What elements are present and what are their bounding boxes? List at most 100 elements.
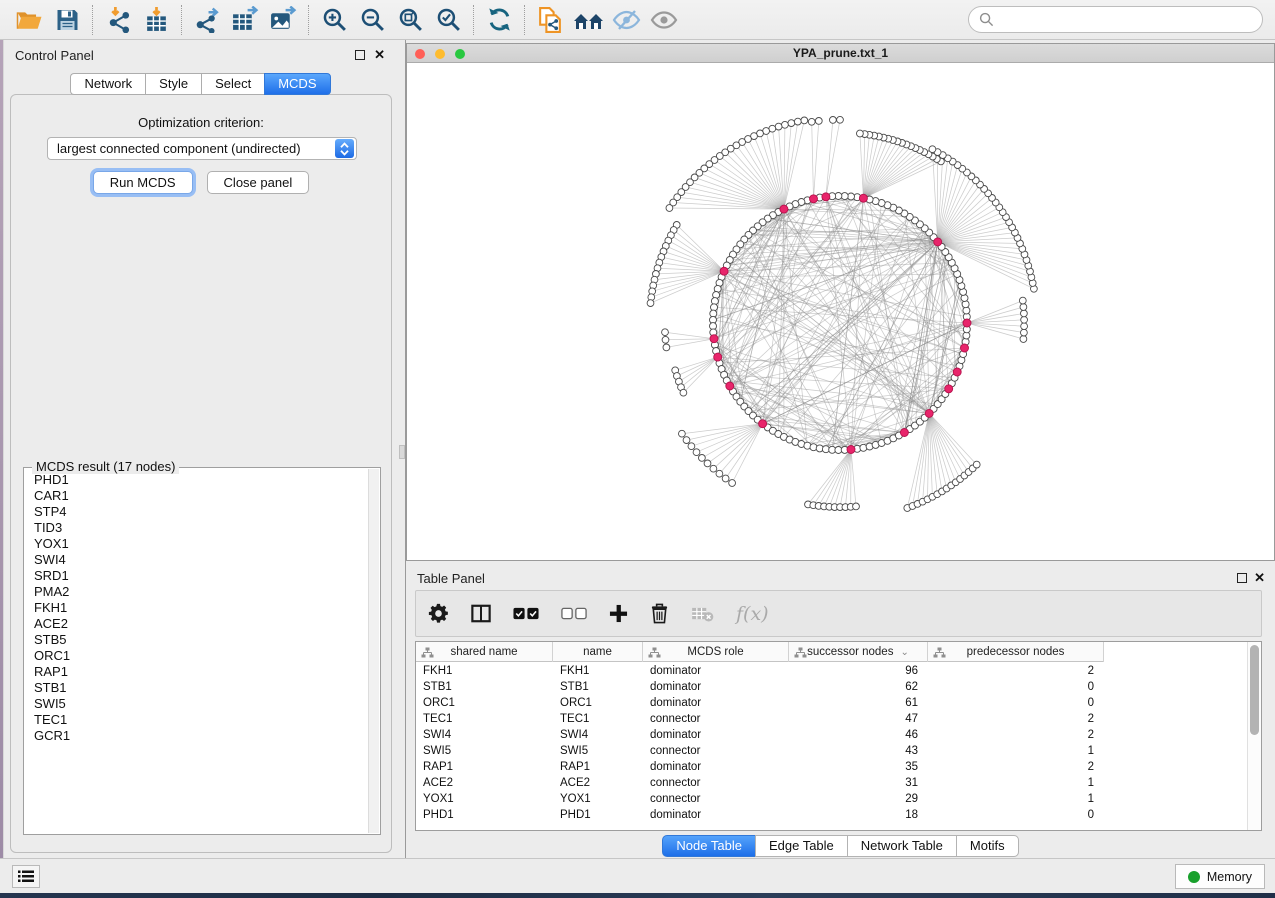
mcds-result-item[interactable]: ACE2 [28, 616, 366, 632]
cell-shared-name[interactable]: RAP1 [416, 759, 553, 775]
export-image-icon[interactable] [264, 4, 302, 36]
cell-MCDS-role[interactable]: connector [643, 743, 789, 759]
tab-mcds[interactable]: MCDS [264, 73, 330, 95]
tab-network-table[interactable]: Network Table [847, 835, 956, 857]
cell-predecessor-nodes[interactable]: 1 [928, 791, 1104, 807]
cell-MCDS-role[interactable]: dominator [643, 663, 789, 679]
delete-table-icon[interactable] [691, 606, 714, 622]
cell-name[interactable]: SWI5 [553, 743, 643, 759]
cell-predecessor-nodes[interactable]: 1 [928, 775, 1104, 791]
close-panel-icon[interactable]: ✕ [1254, 570, 1265, 586]
panel-splitter[interactable] [398, 40, 406, 858]
function-builder-icon[interactable]: f(x) [736, 603, 769, 625]
tab-motifs[interactable]: Motifs [956, 835, 1019, 857]
cell-successor-nodes[interactable]: 35 [789, 759, 928, 775]
manage-columns-icon[interactable] [471, 604, 491, 623]
table-row[interactable]: ORC1ORC1dominator610 [416, 695, 1246, 711]
cell-name[interactable]: PHD1 [553, 807, 643, 823]
cell-shared-name[interactable]: SWI4 [416, 727, 553, 743]
network-canvas[interactable] [407, 63, 1274, 560]
cell-shared-name[interactable]: TEC1 [416, 711, 553, 727]
cell-successor-nodes[interactable]: 47 [789, 711, 928, 727]
search-input[interactable] [1000, 12, 1252, 27]
tab-network[interactable]: Network [70, 73, 145, 95]
mcds-result-item[interactable]: PMA2 [28, 584, 366, 600]
cell-shared-name[interactable]: PHD1 [416, 807, 553, 823]
run-mcds-button[interactable]: Run MCDS [93, 171, 193, 194]
cell-MCDS-role[interactable]: dominator [643, 679, 789, 695]
export-network-icon[interactable] [188, 4, 226, 36]
tab-style[interactable]: Style [145, 73, 201, 95]
cell-shared-name[interactable]: FKH1 [416, 663, 553, 679]
cell-predecessor-nodes[interactable]: 2 [928, 727, 1104, 743]
mcds-result-item[interactable]: ORC1 [28, 648, 366, 664]
cell-MCDS-role[interactable]: dominator [643, 807, 789, 823]
close-panel-icon[interactable]: ✕ [374, 47, 385, 63]
search-field[interactable] [968, 6, 1263, 33]
cell-successor-nodes[interactable]: 61 [789, 695, 928, 711]
cell-predecessor-nodes[interactable]: 0 [928, 807, 1104, 823]
mcds-result-item[interactable]: SWI4 [28, 552, 366, 568]
network-window-titlebar[interactable]: YPA_prune.txt_1 [407, 44, 1274, 63]
cell-MCDS-role[interactable]: connector [643, 711, 789, 727]
table-row[interactable]: ACE2ACE2connector311 [416, 775, 1246, 791]
duplicate-network-icon[interactable] [531, 4, 569, 36]
refresh-icon[interactable] [480, 4, 518, 36]
table-scrollbar[interactable] [1247, 642, 1261, 830]
cell-name[interactable]: ORC1 [553, 695, 643, 711]
cell-name[interactable]: RAP1 [553, 759, 643, 775]
mcds-result-item[interactable]: GCR1 [28, 728, 366, 744]
mcds-result-item[interactable]: TID3 [28, 520, 366, 536]
cell-MCDS-role[interactable]: connector [643, 775, 789, 791]
mcds-result-item[interactable]: YOX1 [28, 536, 366, 552]
cell-shared-name[interactable]: YOX1 [416, 791, 553, 807]
zoom-fit-icon[interactable] [391, 4, 429, 36]
mcds-result-item[interactable]: STB5 [28, 632, 366, 648]
table-row[interactable]: YOX1YOX1connector291 [416, 791, 1246, 807]
mcds-result-item[interactable]: CAR1 [28, 488, 366, 504]
import-table-icon[interactable] [137, 4, 175, 36]
mcds-result-item[interactable]: STB1 [28, 680, 366, 696]
column-header-MCDS-role[interactable]: MCDS role [643, 642, 789, 662]
cell-name[interactable]: SWI4 [553, 727, 643, 743]
table-row[interactable]: FKH1FKH1dominator962 [416, 663, 1246, 679]
cell-successor-nodes[interactable]: 96 [789, 663, 928, 679]
cell-successor-nodes[interactable]: 43 [789, 743, 928, 759]
select-all-checkboxes-icon[interactable] [513, 607, 539, 620]
export-table-icon[interactable] [226, 4, 264, 36]
table-row[interactable]: TEC1TEC1connector472 [416, 711, 1246, 727]
column-header-shared-name[interactable]: shared name [416, 642, 553, 662]
table-options-gear-icon[interactable] [428, 603, 449, 624]
cell-MCDS-role[interactable]: connector [643, 791, 789, 807]
mcds-result-list[interactable]: PHD1CAR1STP4TID3YOX1SWI4SRD1PMA2FKH1ACE2… [28, 472, 366, 830]
column-header-successor-nodes[interactable]: successor nodes⌄ [789, 642, 928, 662]
mcds-result-item[interactable]: PHD1 [28, 472, 366, 488]
cell-successor-nodes[interactable]: 46 [789, 727, 928, 743]
close-panel-button[interactable]: Close panel [207, 171, 310, 194]
tab-edge-table[interactable]: Edge Table [755, 835, 847, 857]
mcds-result-item[interactable]: SWI5 [28, 696, 366, 712]
cell-shared-name[interactable]: SWI5 [416, 743, 553, 759]
zoom-in-icon[interactable] [315, 4, 353, 36]
table-row[interactable]: SWI5SWI5connector431 [416, 743, 1246, 759]
hide-selected-icon[interactable] [607, 4, 645, 36]
float-panel-icon[interactable] [1237, 573, 1247, 583]
mcds-list-scrollbar[interactable] [368, 469, 379, 833]
table-row[interactable]: STB1STB1dominator620 [416, 679, 1246, 695]
float-panel-icon[interactable] [355, 50, 365, 60]
memory-button[interactable]: Memory [1175, 864, 1265, 889]
cell-predecessor-nodes[interactable]: 2 [928, 663, 1104, 679]
table-row[interactable]: SWI4SWI4dominator462 [416, 727, 1246, 743]
column-header-predecessor-nodes[interactable]: predecessor nodes [928, 642, 1104, 662]
cell-MCDS-role[interactable]: dominator [643, 727, 789, 743]
cell-predecessor-nodes[interactable]: 2 [928, 711, 1104, 727]
mcds-result-item[interactable]: TEC1 [28, 712, 366, 728]
import-network-icon[interactable] [99, 4, 137, 36]
ui-panels-menu-button[interactable] [12, 865, 40, 888]
cell-predecessor-nodes[interactable]: 0 [928, 695, 1104, 711]
cell-shared-name[interactable]: ACE2 [416, 775, 553, 791]
deselect-all-checkboxes-icon[interactable] [561, 607, 587, 620]
zoom-out-icon[interactable] [353, 4, 391, 36]
table-row[interactable]: PHD1PHD1dominator180 [416, 807, 1246, 823]
zoom-selected-icon[interactable] [429, 4, 467, 36]
